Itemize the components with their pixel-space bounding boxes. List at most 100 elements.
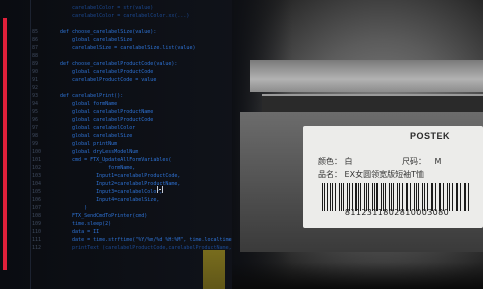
line-number: 89 [32, 61, 39, 67]
barcode-bar [468, 183, 469, 211]
bottom-shadow [232, 262, 483, 289]
barcode-bar [460, 183, 461, 211]
barcode-bar [432, 183, 434, 211]
barcode-bar [440, 183, 442, 211]
barcode-bar [340, 183, 342, 211]
barcode-bar [372, 183, 373, 211]
barcode-bar [410, 183, 411, 211]
barcode-number: 8112311802810003080 [344, 208, 450, 217]
code-text: global carelabelProductName [60, 109, 154, 115]
line-number: 102 [32, 165, 42, 171]
barcode-bar [407, 183, 409, 211]
code-text: global carelabelSize [60, 133, 133, 139]
barcode-bar [365, 183, 367, 211]
barcode-bar [390, 183, 392, 211]
barcode-bar [364, 183, 365, 211]
line-number: 105 [32, 189, 42, 195]
barcode-bar [396, 183, 398, 211]
code-text: FTX_SendCmdToPrinter(cmd) [60, 213, 148, 219]
barcode-bar [347, 183, 349, 211]
code-text: global carelabelSize [60, 37, 133, 43]
barcode-bar [382, 183, 384, 211]
line-number: 99 [32, 141, 39, 147]
barcode-bar [368, 183, 370, 211]
barcode-bar [447, 183, 448, 211]
barcode-bar [418, 183, 419, 211]
label-product-value: EX女圆领宽版短袖T恤 [344, 170, 424, 179]
label-size-row: 尺码： M [402, 156, 441, 167]
code-text: carelabelColor = carelabelColor.xx(...) [60, 13, 190, 19]
printer-top [250, 60, 483, 92]
barcode-bar [435, 183, 436, 211]
code-text: formName, [60, 165, 136, 171]
code-text: date = time.strftime("%Y/%m/%d %H:%M", t… [60, 237, 232, 243]
current-line-marker [3, 18, 7, 270]
label-color-value: 白 [344, 157, 353, 166]
code-editor: carelabelColor = str(value) carelabelCol… [0, 0, 250, 289]
code-text: carelabelProductCode = value [60, 77, 157, 83]
line-number: 100 [32, 149, 42, 155]
line-number: 94 [32, 101, 39, 107]
line-number: 104 [32, 181, 42, 187]
code-text: carelabelSize = carelabelSize.list(value… [60, 45, 196, 51]
barcode-bar [393, 183, 394, 211]
line-number: 96 [32, 117, 39, 123]
barcode-bar [455, 183, 457, 211]
line-number: 111 [32, 237, 42, 243]
line-number: 91 [32, 77, 39, 83]
barcode-bar [357, 183, 359, 211]
barcode-bar [463, 183, 465, 211]
code-text: global formName [60, 101, 118, 107]
barcode-bar [355, 183, 357, 211]
label-color-row: 颜色： 白 [318, 156, 353, 167]
line-number: 103 [32, 173, 42, 179]
barcode-bar [421, 183, 423, 211]
code-text: Input1=carelabelProductCode, [60, 173, 181, 179]
code-text: Input4=carelabelSize, [60, 197, 160, 203]
label-brand: POSTEK [410, 131, 451, 141]
code-text: ) [60, 205, 88, 211]
barcode-bar [398, 183, 401, 211]
line-number: 85 [32, 29, 39, 35]
line-number: 90 [32, 69, 39, 75]
barcode-bar [423, 183, 426, 211]
screenshot: carelabelColor = str(value) carelabelCol… [0, 0, 483, 289]
gutter-divider [30, 0, 31, 289]
barcode-bar [324, 183, 325, 211]
code-text: global carelabelProductCode [60, 69, 154, 75]
line-number: 98 [32, 133, 39, 139]
code-text: cmd = FTX_UpdateAllFormVariables( [60, 157, 172, 163]
text-cursor-icon [157, 186, 163, 193]
barcode-bar [385, 183, 386, 211]
code-text: def choose_carelabelSize(value): [60, 29, 157, 35]
barcode-bar [332, 183, 333, 211]
line-number: 110 [32, 229, 42, 235]
code-text: data = II [60, 229, 100, 235]
barcode-bar [373, 183, 375, 211]
barcode-bar [351, 183, 353, 211]
line-number: 92 [32, 85, 39, 91]
line-number: 107 [32, 205, 42, 211]
label-product-caption: 品名： [318, 170, 342, 179]
line-number: 109 [32, 221, 42, 227]
line-number: 93 [32, 93, 39, 99]
barcode-bar [380, 183, 382, 211]
line-number: 87 [32, 45, 39, 51]
barcode-bar [465, 183, 467, 211]
barcode-bar [452, 183, 453, 211]
code-text: global printNum [60, 141, 118, 147]
barcode-bar [427, 183, 428, 211]
label-color-caption: 颜色： [318, 157, 342, 166]
barcode-bar [349, 183, 350, 211]
barcode-bar [402, 183, 403, 211]
barcode-bar [388, 183, 390, 211]
yellow-highlight-block [203, 250, 225, 289]
barcode-bar [326, 183, 328, 211]
code-text: def carelabelPrint(): [60, 93, 124, 99]
code-text: global dryLessModelNum [60, 149, 139, 155]
label-size-value: M [434, 157, 442, 166]
label-product-row: 品名： EX女圆领宽版短袖T恤 [318, 169, 424, 180]
barcode-bar [322, 183, 324, 211]
barcode-bar [343, 183, 345, 211]
line-number: 112 [32, 245, 42, 251]
